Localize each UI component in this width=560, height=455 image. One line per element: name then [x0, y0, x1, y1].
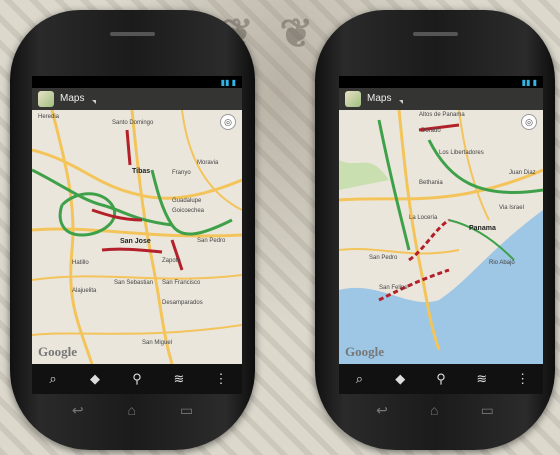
directions-icon[interactable]: ◆ — [391, 370, 409, 388]
home-icon[interactable]: ⌂ — [128, 402, 136, 419]
signal-icon: ▮▮ ▮ — [521, 78, 537, 87]
directions-icon[interactable]: ◆ — [86, 370, 104, 388]
map-label: Tibas — [132, 168, 151, 175]
recent-apps-icon[interactable]: ▭ — [481, 402, 494, 419]
map-label: Goicoechea — [172, 208, 205, 214]
map-label: San Pedro — [369, 255, 398, 261]
recent-apps-icon[interactable]: ▭ — [180, 402, 193, 419]
my-location-icon[interactable]: ◎ — [521, 114, 537, 130]
bottom-toolbar: ⌕ ◆ ⚲ ≋ ⋮ — [339, 364, 543, 394]
app-title[interactable]: Maps — [60, 93, 84, 104]
action-bar: Maps — [32, 88, 242, 110]
left-phone-screen: ▮▮ ▮ Maps Heredia Santo Domingo Tibas Mo… — [32, 76, 242, 394]
map-label: San Sebastian — [114, 280, 154, 286]
left-phone-body: ▮▮ ▮ Maps Heredia Santo Domingo Tibas Mo… — [10, 10, 255, 450]
system-nav-bar: ↩ ⌂ ▭ — [50, 402, 215, 419]
overflow-menu-icon[interactable]: ⋮ — [212, 370, 230, 388]
map-label: San Miguel — [142, 340, 173, 346]
map-label: San Jose — [120, 238, 151, 245]
map-label: Los Libertadores — [439, 150, 484, 156]
back-icon[interactable]: ↩ — [376, 402, 388, 419]
back-icon[interactable]: ↩ — [72, 402, 84, 419]
map-label: Moravia — [197, 160, 219, 166]
map-label: Hatillo — [72, 260, 89, 266]
map-label: San Felipe — [379, 285, 408, 291]
home-icon[interactable]: ⌂ — [430, 402, 438, 419]
map-label: Santo Domingo — [112, 120, 154, 126]
map-label: Via Israel — [499, 205, 524, 211]
map-label: Dorado — [421, 128, 441, 134]
google-watermark: Google — [345, 344, 384, 359]
my-location-icon[interactable]: ◎ — [220, 114, 236, 130]
map-label: Desamparados — [162, 300, 203, 306]
earpiece — [413, 32, 458, 36]
action-bar: Maps — [339, 88, 543, 110]
map-roads — [339, 110, 543, 364]
search-icon[interactable]: ⌕ — [350, 370, 368, 388]
right-phone-screen: ▮▮ ▮ Maps Altos de Panama Dorado Los Lib… — [339, 76, 543, 394]
map-label: Heredia — [38, 114, 60, 120]
status-bar: ▮▮ ▮ — [339, 76, 543, 88]
map-label: Panama — [469, 225, 496, 232]
map-view[interactable]: Heredia Santo Domingo Tibas Moravia Fran… — [32, 110, 242, 364]
google-watermark: Google — [38, 344, 77, 359]
signal-icon: ▮▮ ▮ — [220, 78, 236, 87]
layers-icon[interactable]: ≋ — [473, 370, 491, 388]
map-label: San Francisco — [162, 280, 201, 286]
map-label: Bethania — [419, 180, 443, 186]
map-label: Alajuelita — [72, 288, 97, 294]
map-view[interactable]: Altos de Panama Dorado Los Libertadores … — [339, 110, 543, 364]
places-icon[interactable]: ⚲ — [432, 370, 450, 388]
map-label: Zapote — [162, 258, 181, 264]
chevron-down-icon[interactable] — [92, 100, 96, 104]
status-bar: ▮▮ ▮ — [32, 76, 242, 88]
map-label: Rio Abajo — [489, 260, 515, 266]
overflow-menu-icon[interactable]: ⋮ — [514, 370, 532, 388]
earpiece — [110, 32, 155, 36]
map-label: Guadalupe — [172, 198, 202, 204]
map-label: Franyo — [172, 170, 191, 176]
right-phone-body: ▮▮ ▮ Maps Altos de Panama Dorado Los Lib… — [315, 10, 555, 450]
bottom-toolbar: ⌕ ◆ ⚲ ≋ ⋮ — [32, 364, 242, 394]
map-label: La Locería — [409, 215, 438, 221]
search-icon[interactable]: ⌕ — [44, 370, 62, 388]
layers-icon[interactable]: ≋ — [170, 370, 188, 388]
maps-app-icon[interactable] — [345, 91, 361, 107]
system-nav-bar: ↩ ⌂ ▭ — [355, 402, 515, 419]
map-label: Juan Diaz — [509, 170, 536, 176]
app-title[interactable]: Maps — [367, 93, 391, 104]
places-icon[interactable]: ⚲ — [128, 370, 146, 388]
chevron-down-icon[interactable] — [399, 100, 403, 104]
map-roads — [32, 110, 242, 364]
maps-app-icon[interactable] — [38, 91, 54, 107]
map-label: San Pedro — [197, 238, 226, 244]
map-label: Altos de Panama — [419, 112, 465, 118]
